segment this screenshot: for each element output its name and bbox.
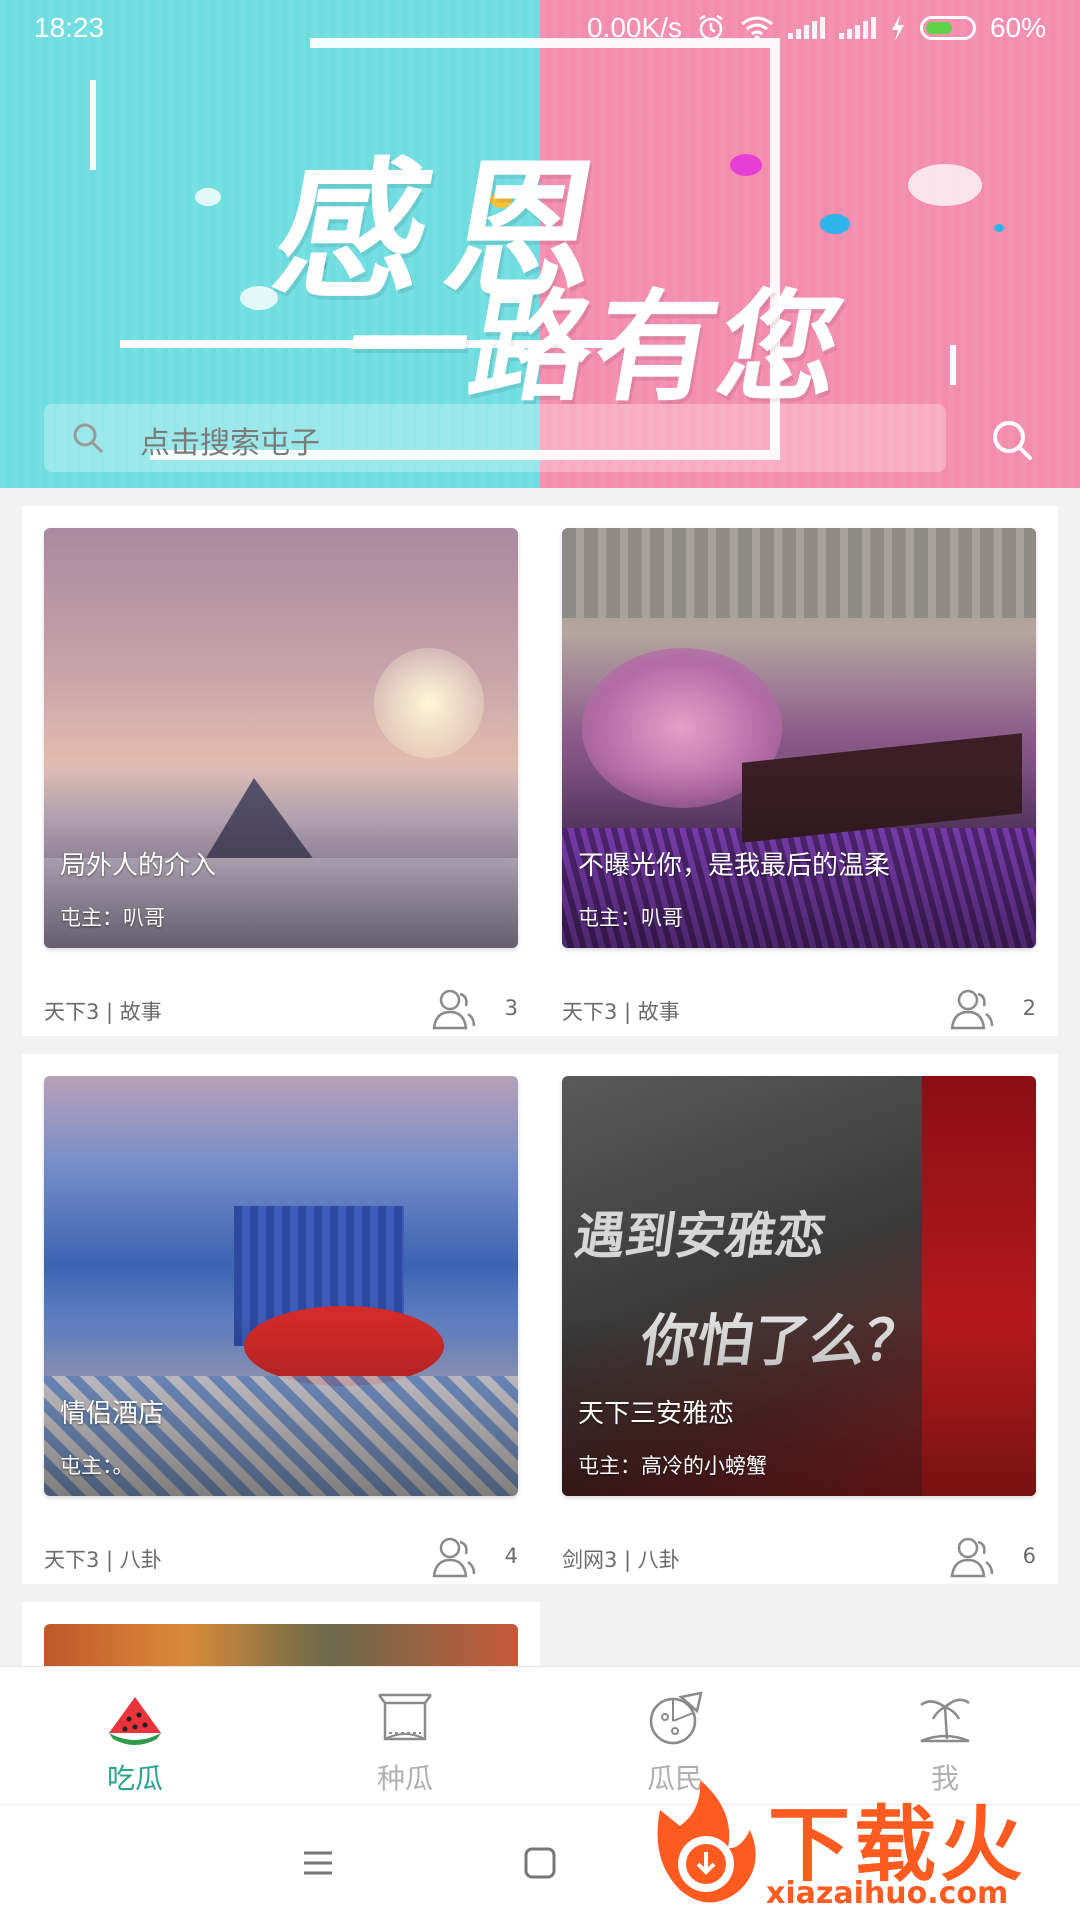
tab-eat-melon[interactable]: 吃瓜 bbox=[0, 1667, 270, 1805]
card-title: 局外人的介入 bbox=[60, 851, 217, 881]
flame-logo-icon bbox=[657, 1780, 756, 1903]
members-icon bbox=[950, 1537, 994, 1578]
card-member-count: 3 bbox=[504, 996, 518, 1020]
card-category: 天下3 | 八卦 bbox=[44, 1548, 162, 1572]
menu-icon[interactable] bbox=[296, 1841, 340, 1885]
tab-label: 吃瓜 bbox=[106, 1762, 163, 1795]
tab-label: 种瓜 bbox=[376, 1762, 433, 1795]
banner-dot bbox=[820, 214, 850, 234]
card-meta: 天下3 | 故事 3 bbox=[44, 989, 518, 1032]
box-icon bbox=[378, 1693, 432, 1741]
members-icon bbox=[432, 1537, 476, 1578]
pizza-icon bbox=[649, 1691, 703, 1745]
card-owner: 屯主：。 bbox=[60, 1454, 134, 1478]
watermelon-icon bbox=[109, 1697, 161, 1745]
sun bbox=[374, 648, 484, 758]
card-art-text: 遇到安雅恋 bbox=[571, 1206, 830, 1265]
card-image[interactable]: 局外人的介入 屯主：叭哥 bbox=[44, 528, 518, 948]
signal-icon bbox=[787, 17, 825, 39]
net-speed: 0.00K/s bbox=[587, 12, 682, 43]
card-image[interactable]: 遇到安雅恋 你怕了么？ 天下三安雅恋 屯主：高冷的小螃蟹 bbox=[562, 1076, 1036, 1496]
card-meta: 天下3 | 故事 2 bbox=[562, 989, 1036, 1032]
card-category: 天下3 | 故事 bbox=[562, 1000, 680, 1024]
watermark-url: xiazaihuo.com bbox=[766, 1876, 1009, 1911]
topic-card[interactable] bbox=[44, 1624, 518, 1666]
members-icon bbox=[950, 989, 994, 1030]
tab-plant-melon[interactable]: 种瓜 bbox=[270, 1667, 540, 1805]
card-owner: 屯主：高冷的小螃蟹 bbox=[578, 1454, 767, 1478]
card-title: 不曝光你，是我最后的温柔 bbox=[578, 851, 891, 881]
card-image[interactable] bbox=[44, 1624, 518, 1666]
card-member-count: 2 bbox=[1022, 996, 1036, 1020]
roof bbox=[562, 528, 1036, 618]
search-placeholder: 点击搜索屯子 bbox=[140, 426, 320, 461]
banner-dot bbox=[195, 188, 221, 206]
banner-line bbox=[90, 80, 96, 170]
search-input[interactable]: 点击搜索屯子 bbox=[44, 404, 946, 472]
status-right: 0.00K/s 60% bbox=[587, 12, 1046, 44]
card-meta: 天下3 | 八卦 4 bbox=[44, 1537, 518, 1580]
search-button-icon[interactable] bbox=[990, 418, 1034, 462]
card-title: 情侣酒店 bbox=[60, 1399, 165, 1429]
card-member-count: 6 bbox=[1022, 1544, 1036, 1568]
banner-line bbox=[950, 345, 956, 385]
battery-percent: 60% bbox=[989, 12, 1046, 43]
card-image[interactable]: 情侣酒店 屯主：。 bbox=[44, 1076, 518, 1496]
home-square-icon[interactable] bbox=[518, 1841, 562, 1885]
alarm-icon bbox=[699, 14, 723, 41]
card-owner: 屯主：叭哥 bbox=[60, 906, 165, 930]
charging-icon bbox=[891, 15, 904, 41]
watermark-logo: 下载火 xiazaihuo.com bbox=[640, 1770, 1080, 1920]
card-meta: 剑网3 | 八卦 6 bbox=[562, 1537, 1036, 1580]
wifi-icon bbox=[741, 16, 773, 41]
battery-icon bbox=[919, 16, 976, 40]
members-icon bbox=[432, 989, 476, 1030]
banner-dot bbox=[908, 164, 982, 206]
banner-dot bbox=[994, 224, 1004, 232]
island-icon bbox=[920, 1698, 970, 1743]
signal-icon bbox=[838, 17, 876, 39]
search-icon bbox=[73, 423, 104, 454]
card-category: 剑网3 | 八卦 bbox=[562, 1548, 680, 1572]
card-owner: 屯主：叭哥 bbox=[578, 906, 683, 930]
card-category: 天下3 | 故事 bbox=[44, 1000, 162, 1024]
status-time: 18:23 bbox=[34, 12, 105, 43]
card-member-count: 4 bbox=[504, 1544, 518, 1568]
card-image[interactable]: 不曝光你，是我最后的温柔 屯主：叭哥 bbox=[562, 528, 1036, 948]
card-title: 天下三安雅恋 bbox=[578, 1399, 735, 1429]
status-bar: 18:23 0.00K/s 60% bbox=[0, 0, 1080, 60]
banner-slogan-line2: 一路有您 bbox=[335, 277, 857, 418]
